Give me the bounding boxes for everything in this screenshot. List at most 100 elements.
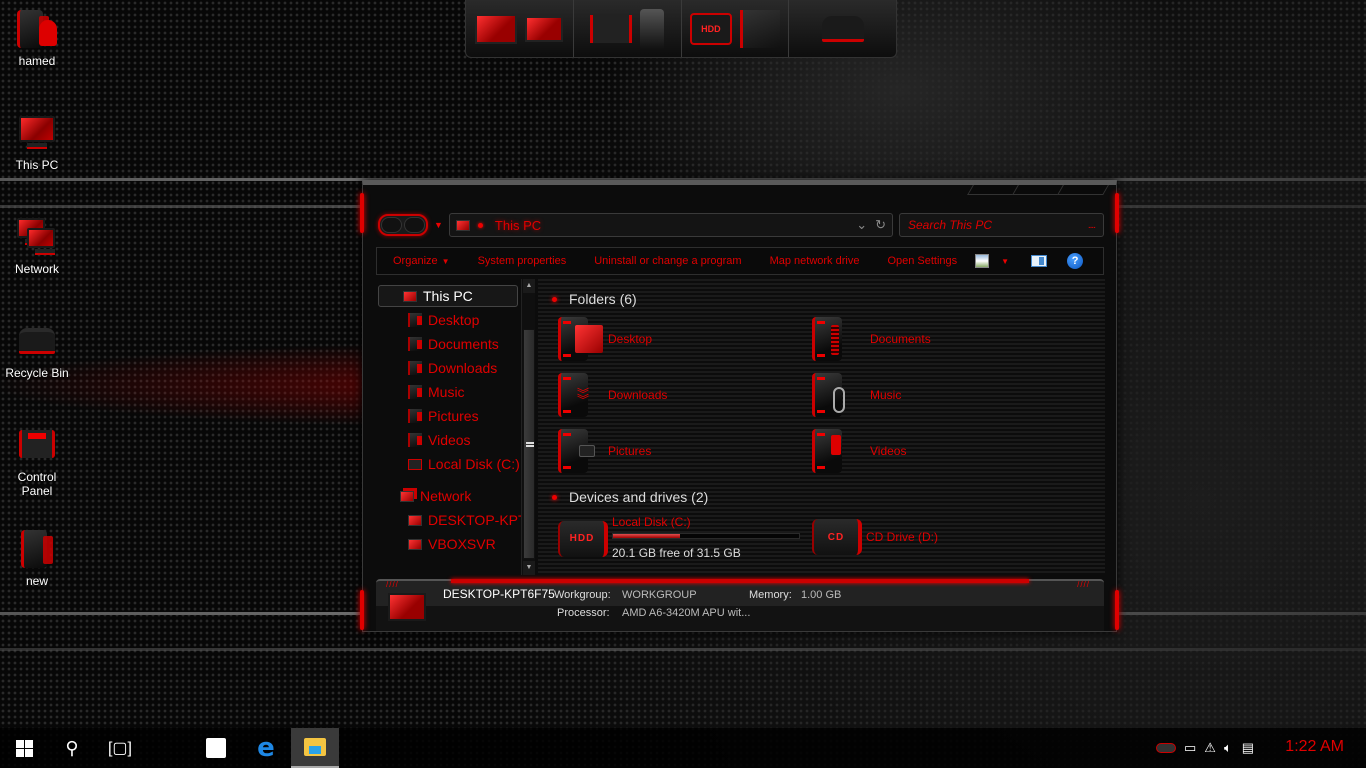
tray-app-icon[interactable] <box>1156 743 1176 753</box>
navigation-scrollbar[interactable]: ▲ ▼ <box>521 279 535 575</box>
drive-tile-cd[interactable]: CD CD Drive (D:) <box>812 519 938 555</box>
command-bar: Organize ▼ System properties Uninstall or… <box>376 247 1104 275</box>
address-text[interactable]: This PC <box>495 218 848 233</box>
scroll-thumb[interactable] <box>523 329 535 559</box>
scroll-up-arrow[interactable]: ▲ <box>523 279 535 293</box>
desktop-icon-network[interactable]: Network <box>2 214 72 276</box>
hdd-icon <box>408 458 422 470</box>
memory-value: 1.00 GB <box>801 589 842 601</box>
folder-tile-desktop[interactable]: Desktop <box>558 317 652 361</box>
taskbar-edge[interactable]: e <box>242 728 290 768</box>
joystick-icon[interactable] <box>640 8 665 49</box>
map-network-drive-button[interactable]: Map network drive <box>770 255 860 267</box>
address-bar[interactable]: This PC ⌄ ↻ <box>448 213 893 237</box>
folder-label: Downloads <box>608 388 668 402</box>
network-icon[interactable] <box>525 15 564 42</box>
computer-name: DESKTOP-KPT6F75 <box>443 587 555 601</box>
computer-icon[interactable] <box>475 13 518 44</box>
control-panel-icon[interactable] <box>590 14 633 43</box>
taskbar-file-explorer[interactable] <box>291 728 339 768</box>
window-edge-accent <box>360 193 364 233</box>
maximize-button[interactable] <box>1012 185 1064 195</box>
nav-item-network-computer[interactable]: VBOXSVR <box>408 533 496 555</box>
navigation-bar: ▼ This PC ⌄ ↻ .... <box>378 212 1104 238</box>
computer-icon <box>403 290 417 302</box>
close-button[interactable] <box>1057 185 1109 195</box>
music-folder-icon <box>812 373 845 417</box>
computer-icon <box>408 514 422 526</box>
drive-tile-local-disk[interactable]: HDD Local Disk (C:) 20.1 GB free of 31.5… <box>558 515 800 562</box>
help-icon[interactable]: ? <box>1067 253 1084 269</box>
uninstall-program-button[interactable]: Uninstall or change a program <box>594 255 741 267</box>
chevron-down-icon[interactable]: ⌄ <box>856 217 867 233</box>
hdd-icon: HDD <box>558 520 608 557</box>
group-header-folders[interactable]: Folders (6) <box>552 291 637 307</box>
nav-item-network[interactable]: Network <box>400 485 471 507</box>
desktop-icon-new[interactable]: new <box>2 526 72 588</box>
group-header-devices[interactable]: Devices and drives (2) <box>552 489 708 505</box>
nav-item-music[interactable]: Music <box>408 381 465 403</box>
computer-icon <box>15 110 59 154</box>
nav-item-desktop[interactable]: Desktop <box>408 309 479 331</box>
nav-item-pictures[interactable]: Pictures <box>408 405 479 427</box>
network-warning-icon[interactable]: ⚠ <box>1204 740 1216 756</box>
cabinet-icon[interactable] <box>739 9 780 48</box>
window-controls <box>967 185 1109 195</box>
store-icon <box>206 738 226 758</box>
forward-button[interactable] <box>404 217 425 233</box>
scroll-down-arrow[interactable]: ▼ <box>523 561 535 575</box>
wallpaper-band <box>0 648 1366 651</box>
folder-tile-downloads[interactable]: ︾ ︾ Downloads <box>558 373 667 417</box>
desktop-icon-recycle-bin[interactable]: Recycle Bin <box>2 318 72 380</box>
nav-item-network-computer[interactable]: DESKTOP-KPT <box>408 509 527 531</box>
taskbar-store[interactable] <box>192 728 240 768</box>
folder-tile-music[interactable]: Music <box>812 373 901 417</box>
nav-item-this-pc[interactable]: This PC <box>378 285 518 307</box>
back-button[interactable] <box>381 217 402 233</box>
folder-tile-documents[interactable]: Documents <box>812 317 931 361</box>
hdd-icon[interactable]: HDD <box>689 12 732 45</box>
videos-folder-icon <box>408 433 422 447</box>
refresh-icon[interactable]: ↻ <box>875 217 886 233</box>
preview-pane-icon[interactable] <box>1031 255 1048 267</box>
group-bullet-icon <box>552 296 557 302</box>
view-dropdown-icon[interactable]: ▼ <box>1001 257 1009 266</box>
task-view-button[interactable]: [▢] <box>96 728 144 768</box>
action-center-icon[interactable]: ▤ <box>1242 740 1254 756</box>
desktop-icon-this-pc[interactable]: This PC <box>2 110 72 172</box>
desktop-icon-label: This PC <box>15 158 59 172</box>
search-box[interactable]: .... <box>899 213 1104 237</box>
open-settings-button[interactable]: Open Settings <box>887 255 957 267</box>
system-tray: ▭ ⚠ 🔈︎ ▤ <box>1156 728 1254 768</box>
clock[interactable]: 1:22 AM <box>1285 728 1344 768</box>
nav-item-videos[interactable]: Videos <box>408 429 471 451</box>
recycle-bin-icon[interactable] <box>821 15 864 42</box>
search-button[interactable]: ⚲ <box>48 728 96 768</box>
nav-item-downloads[interactable]: Downloads <box>408 357 497 379</box>
battery-icon[interactable]: ▭ <box>1184 740 1196 756</box>
folder-tile-pictures[interactable]: Pictures <box>558 429 651 473</box>
folder-tile-videos[interactable]: Videos <box>812 429 906 473</box>
folder-label: Desktop <box>608 332 653 346</box>
memory-label: Memory: <box>749 589 792 601</box>
search-input[interactable] <box>908 218 1088 232</box>
nav-item-label: Local Disk (C:) <box>428 456 520 472</box>
caret-down-icon: ▼ <box>441 257 450 266</box>
volume-icon[interactable]: 🔈︎ <box>1224 740 1232 756</box>
folder-label: Documents <box>870 332 931 346</box>
computer-icon <box>388 593 426 621</box>
system-properties-button[interactable]: System properties <box>478 255 567 267</box>
back-forward-buttons <box>378 214 428 236</box>
recent-locations-dropdown[interactable]: ▼ <box>434 220 443 230</box>
start-button[interactable] <box>0 728 48 768</box>
desktop-icon-control-panel[interactable]: Control Panel <box>2 422 72 498</box>
task-view-icon: [▢] <box>107 740 132 757</box>
nav-item-documents[interactable]: Documents <box>408 333 499 355</box>
nav-item-local-disk[interactable]: Local Disk (C:) <box>408 453 520 475</box>
desktop-icon-hamed[interactable]: hamed <box>2 6 72 68</box>
music-folder-icon <box>408 385 422 399</box>
minimize-button[interactable] <box>967 185 1019 195</box>
change-view-icon[interactable] <box>975 254 990 268</box>
organize-button[interactable]: Organize ▼ <box>393 255 450 267</box>
processor-label: Processor: <box>557 607 610 619</box>
